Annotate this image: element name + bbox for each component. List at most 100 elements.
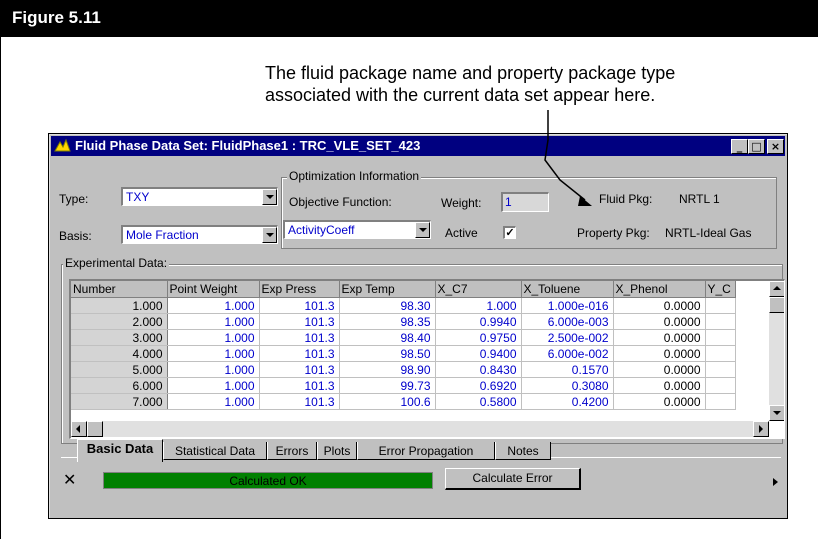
table-row[interactable]: 3.000 1.000 101.3 98.40 0.9750 2.500e-002 0.00…: [71, 329, 736, 346]
table-cell[interactable]: 1.000e-016: [521, 297, 614, 314]
table-cell-empty[interactable]: [705, 361, 736, 378]
table-cell[interactable]: 0.3080: [521, 377, 614, 394]
table-cell[interactable]: 0.0000: [613, 297, 706, 314]
table-row[interactable]: 6.000 1.000 101.3 99.73 0.6920 0.3080 0.0000: [71, 377, 736, 394]
table-cell[interactable]: 98.90: [339, 361, 436, 378]
table-cell[interactable]: 3.000: [71, 329, 168, 346]
table-cell[interactable]: 0.8430: [435, 361, 522, 378]
chevron-down-icon[interactable]: [262, 189, 277, 205]
table-cell-empty[interactable]: [705, 329, 736, 346]
table-cell-empty[interactable]: [705, 377, 736, 394]
scroll-right-icon[interactable]: [753, 421, 769, 437]
table-cell[interactable]: 1.000: [167, 361, 260, 378]
column-header[interactable]: X_Toluene: [521, 281, 614, 298]
basis-select[interactable]: Mole Fraction: [121, 225, 278, 244]
column-header[interactable]: Exp Press: [259, 281, 340, 298]
ignore-x-icon[interactable]: ✕: [63, 470, 76, 489]
table-cell[interactable]: 1.000: [167, 377, 260, 394]
table-cell-empty[interactable]: [705, 345, 736, 362]
experimental-data-grid[interactable]: Number Point Weight Exp Press Exp Temp X…: [69, 279, 785, 439]
table-cell[interactable]: 101.3: [259, 345, 340, 362]
table-cell[interactable]: 0.0000: [613, 345, 706, 362]
table-cell[interactable]: 0.0000: [613, 329, 706, 346]
table-cell[interactable]: 98.30: [339, 297, 436, 314]
column-header[interactable]: Y_C: [705, 281, 736, 298]
calculate-error-button[interactable]: Calculate Error: [445, 468, 581, 490]
table-cell[interactable]: 1.000: [167, 345, 260, 362]
close-button[interactable]: ×: [767, 139, 784, 154]
table-cell[interactable]: 2.000: [71, 313, 168, 330]
tab-notes[interactable]: Notes: [495, 442, 551, 460]
table-row[interactable]: 4.000 1.000 101.3 98.50 0.9400 6.000e-002 0.00…: [71, 345, 736, 362]
column-header[interactable]: X_Phenol: [613, 281, 706, 298]
window-titlebar[interactable]: Fluid Phase Data Set: FluidPhase1 : TRC_…: [51, 136, 785, 156]
scroll-left-icon[interactable]: [71, 421, 87, 437]
table-cell[interactable]: 1.000: [167, 393, 260, 410]
table-row[interactable]: 1.000 1.000 101.3 98.30 1.000 1.000e-016 0.000…: [71, 297, 736, 314]
table-cell[interactable]: 0.9750: [435, 329, 522, 346]
table-cell[interactable]: 1.000: [167, 297, 260, 314]
expand-arrow-icon[interactable]: [773, 478, 778, 486]
horizontal-scrollbar[interactable]: [71, 421, 769, 437]
objective-function-select[interactable]: ActivityCoeff: [283, 220, 431, 239]
table-cell[interactable]: 101.3: [259, 313, 340, 330]
scroll-up-icon[interactable]: [769, 281, 784, 297]
column-header[interactable]: Point Weight: [167, 281, 260, 298]
table-cell[interactable]: 0.5800: [435, 393, 522, 410]
table-cell[interactable]: 7.000: [71, 393, 168, 410]
table-cell[interactable]: 1.000: [435, 297, 522, 314]
column-header[interactable]: X_C7: [435, 281, 522, 298]
tab-errors[interactable]: Errors: [267, 442, 317, 460]
table-cell[interactable]: 101.3: [259, 377, 340, 394]
maximize-button[interactable]: □: [748, 139, 765, 154]
scroll-thumb[interactable]: [769, 297, 784, 313]
table-cell[interactable]: 0.9400: [435, 345, 522, 362]
table-cell[interactable]: 6.000: [71, 377, 168, 394]
tab-statistical-data[interactable]: Statistical Data: [163, 442, 267, 460]
table-cell-empty[interactable]: [705, 297, 736, 314]
tab-basic-data[interactable]: Basic Data: [77, 439, 163, 462]
table-cell-empty[interactable]: [705, 313, 736, 330]
column-header[interactable]: Exp Temp: [339, 281, 436, 298]
table-cell[interactable]: 0.6920: [435, 377, 522, 394]
table-cell[interactable]: 1.000: [167, 313, 260, 330]
table-cell[interactable]: 1.000: [71, 297, 168, 314]
table-cell[interactable]: 0.0000: [613, 361, 706, 378]
table-cell[interactable]: 0.9940: [435, 313, 522, 330]
table-cell[interactable]: 98.35: [339, 313, 436, 330]
table-cell[interactable]: 100.6: [339, 393, 436, 410]
table-cell[interactable]: 0.4200: [521, 393, 614, 410]
table-cell[interactable]: 5.000: [71, 361, 168, 378]
tab-error-propagation[interactable]: Error Propagation: [357, 442, 495, 460]
tab-plots[interactable]: Plots: [317, 442, 357, 460]
table-row[interactable]: 5.000 1.000 101.3 98.90 0.8430 0.1570 0.0000: [71, 361, 736, 378]
chevron-down-icon[interactable]: [415, 222, 430, 238]
table-cell[interactable]: 0.0000: [613, 313, 706, 330]
minimize-button[interactable]: _: [731, 139, 748, 154]
type-select[interactable]: TXY: [121, 187, 278, 206]
active-checkbox[interactable]: ✓: [503, 226, 516, 239]
table-cell[interactable]: 101.3: [259, 297, 340, 314]
table-cell[interactable]: 6.000e-002: [521, 345, 614, 362]
chevron-down-icon[interactable]: [262, 227, 277, 243]
scroll-down-icon[interactable]: [769, 405, 784, 421]
table-cell-empty[interactable]: [705, 393, 736, 410]
table-cell[interactable]: 101.3: [259, 361, 340, 378]
table-cell[interactable]: 2.500e-002: [521, 329, 614, 346]
table-cell[interactable]: 1.000: [167, 329, 260, 346]
table-cell[interactable]: 4.000: [71, 345, 168, 362]
weight-input[interactable]: 1: [501, 192, 549, 212]
table-cell[interactable]: 6.000e-003: [521, 313, 614, 330]
table-row[interactable]: 2.000 1.000 101.3 98.35 0.9940 6.000e-003 0.00…: [71, 313, 736, 330]
scroll-thumb-horizontal[interactable]: [87, 421, 103, 437]
table-cell[interactable]: 0.0000: [613, 377, 706, 394]
column-header[interactable]: Number: [71, 281, 168, 298]
table-cell[interactable]: 99.73: [339, 377, 436, 394]
vertical-scrollbar[interactable]: [769, 281, 784, 421]
table-cell[interactable]: 101.3: [259, 393, 340, 410]
table-cell[interactable]: 98.40: [339, 329, 436, 346]
table-cell[interactable]: 0.0000: [613, 393, 706, 410]
table-row[interactable]: 7.000 1.000 101.3 100.6 0.5800 0.4200 0.0000: [71, 393, 736, 410]
table-cell[interactable]: 101.3: [259, 329, 340, 346]
table-cell[interactable]: 0.1570: [521, 361, 614, 378]
